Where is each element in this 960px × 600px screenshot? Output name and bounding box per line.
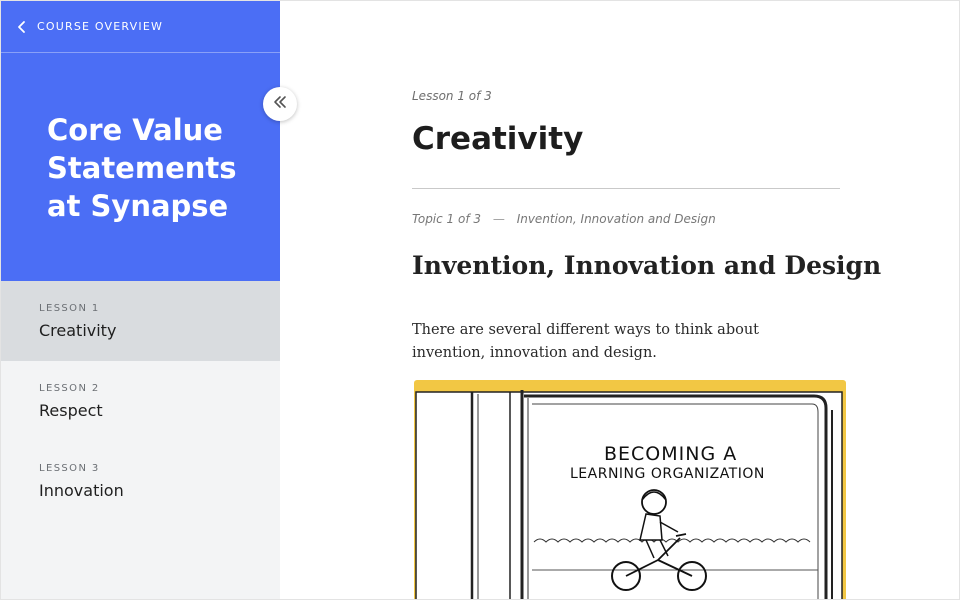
lesson-name: Respect (39, 401, 103, 420)
lesson-kicker: LESSON 2 (39, 383, 100, 394)
lesson-content: Lesson 1 of 3 Creativity Topic 1 of 3 — … (280, 1, 959, 599)
body-paragraph: There are several different ways to thin… (412, 322, 760, 361)
lesson-kicker: LESSON 3 (39, 463, 100, 474)
chevron-left-icon (17, 20, 27, 34)
topic-name: Invention, Innovation and Design (516, 212, 716, 226)
illustration-line-1: BECOMING A (604, 443, 737, 465)
topic-title: Invention, Innovation and Design (412, 251, 882, 280)
collapse-sidebar-button[interactable] (263, 87, 297, 121)
sidebar-item-lesson-1[interactable]: LESSON 1 Creativity (1, 281, 280, 361)
lesson-name: Innovation (39, 481, 124, 500)
divider (412, 188, 840, 189)
course-overview-link[interactable]: COURSE OVERVIEW (1, 1, 280, 53)
illustration-line-2: LEARNING ORGANIZATION (570, 466, 765, 482)
sidebar-header: COURSE OVERVIEW Core Value Statements at… (1, 1, 280, 281)
topic-counter: Topic 1 of 3 (412, 212, 482, 226)
course-overview-label: COURSE OVERVIEW (37, 20, 164, 33)
topic-breadcrumb: Topic 1 of 3 — Invention, Innovation and… (412, 212, 716, 226)
sidebar: COURSE OVERVIEW Core Value Statements at… (1, 1, 280, 599)
lesson-kicker: LESSON 1 (39, 303, 100, 314)
lesson-counter: Lesson 1 of 3 (412, 89, 492, 103)
double-chevron-left-icon (272, 95, 288, 114)
lesson-title: Creativity (412, 121, 584, 157)
sketch-drawing: BECOMING A LEARNING ORGANIZATION (415, 390, 843, 599)
sidebar-item-lesson-2[interactable]: LESSON 2 Respect (1, 361, 280, 441)
sketch-illustration: BECOMING A LEARNING ORGANIZATION (414, 380, 846, 599)
topic-separator: — (492, 212, 505, 226)
sidebar-item-lesson-3[interactable]: LESSON 3 Innovation (1, 441, 280, 521)
course-title: Core Value Statements at Synapse (47, 113, 237, 223)
lesson-name: Creativity (39, 321, 117, 340)
